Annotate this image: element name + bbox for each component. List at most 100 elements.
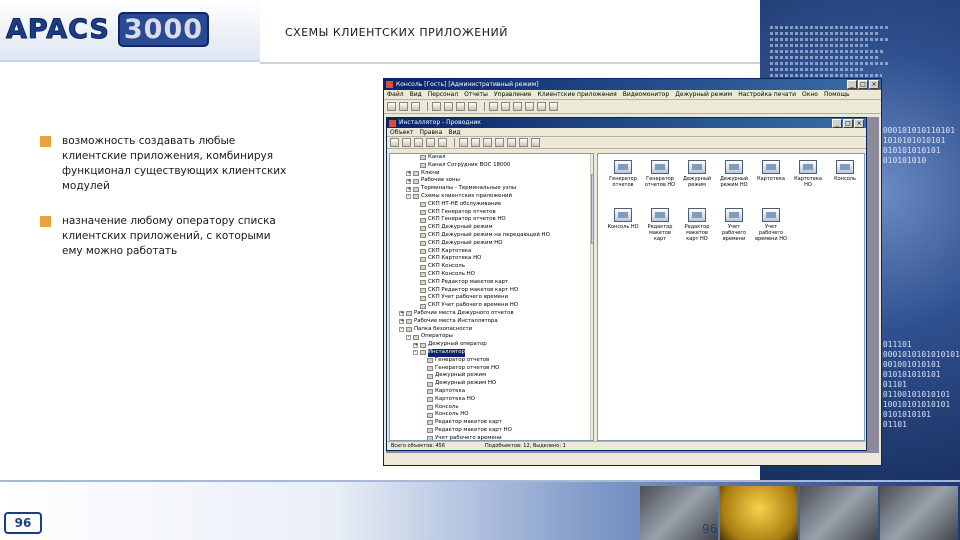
menu-item[interactable]: Помощь — [824, 91, 850, 98]
tree-node[interactable]: СКП Учет рабочего времени — [390, 294, 593, 302]
tree-node[interactable]: Генератор отчетов НО — [390, 365, 593, 373]
menu-item[interactable]: Персонал — [428, 91, 458, 98]
tree-node[interactable]: Генератор отчетов — [390, 357, 593, 365]
toolbar-button[interactable] — [549, 102, 558, 111]
tree-node[interactable]: СКП Консоль — [390, 263, 593, 271]
menu-item[interactable]: Правка — [419, 129, 442, 136]
explorer-minimize-button[interactable]: _ — [832, 119, 842, 128]
tree-node[interactable]: СКП Консоль НО — [390, 271, 593, 279]
toolbar-button[interactable] — [456, 102, 465, 111]
tree-node[interactable]: СКП Редактор макетов карт — [390, 279, 593, 287]
object-icon-item[interactable]: Учет рабочего времени НО — [754, 208, 788, 242]
tree-node[interactable]: Канал — [390, 154, 593, 162]
toolbar-button[interactable] — [519, 138, 528, 147]
tree-node[interactable]: Картотека НО — [390, 396, 593, 404]
tree-node[interactable]: Консоль НО — [390, 411, 593, 419]
tree-node[interactable]: - Папка безопасности — [390, 326, 593, 334]
menu-item[interactable]: Окно — [802, 91, 818, 98]
tree-node[interactable]: + Дежурный оператор — [390, 341, 593, 349]
toolbar-button[interactable] — [507, 138, 516, 147]
object-icon-item[interactable]: Редактор макетов карт НО — [680, 208, 714, 242]
toolbar-button[interactable] — [468, 102, 477, 111]
object-icon-item[interactable]: Редактор макетов карт — [643, 208, 677, 242]
toolbar-button[interactable] — [471, 138, 480, 147]
toolbar-button[interactable] — [426, 138, 435, 147]
expand-icon[interactable]: + — [399, 319, 404, 325]
toolbar-button[interactable] — [387, 102, 396, 111]
tree-node[interactable]: СКП Учет рабочего времени НО — [390, 302, 593, 310]
tree-node[interactable]: + Рабочие места Инсталлятора — [390, 318, 593, 326]
toolbar-button[interactable] — [402, 138, 411, 147]
toolbar-button[interactable] — [444, 102, 453, 111]
explorer-close-button[interactable]: × — [854, 119, 864, 128]
tree-node[interactable]: Консоль — [390, 404, 593, 412]
tree-node[interactable]: Картотека — [390, 388, 593, 396]
menu-item[interactable]: Вид — [448, 129, 460, 136]
close-button[interactable]: × — [869, 80, 879, 89]
toolbar-button[interactable] — [531, 138, 540, 147]
toolbar-button[interactable] — [483, 138, 492, 147]
collapse-icon[interactable]: - — [413, 350, 418, 356]
toolbar-button[interactable] — [495, 138, 504, 147]
menu-item[interactable]: Файл — [387, 91, 404, 98]
menu-item[interactable]: Управление — [494, 91, 532, 98]
object-icon-item[interactable]: Картотека НО — [791, 160, 825, 188]
tree-node[interactable]: СКП Генератор отчетов НО — [390, 216, 593, 224]
menu-item[interactable]: Клиентские приложения — [538, 91, 617, 98]
toolbar-button[interactable] — [501, 102, 510, 111]
toolbar-button[interactable] — [411, 102, 420, 111]
scrollbar-thumb[interactable] — [591, 174, 593, 244]
tree-node[interactable]: + Рабочие зоны — [390, 177, 593, 185]
tree-node[interactable]: + Терминалы - Терминальные узлы — [390, 185, 593, 193]
tree-node[interactable]: Редактор макетов карт — [390, 419, 593, 427]
tree-node[interactable]: Канал Сотрудник ВОС 18000 — [390, 162, 593, 170]
object-icon-item[interactable]: Консоль НО — [606, 208, 640, 230]
menu-item[interactable]: Объект — [390, 129, 413, 136]
menu-item[interactable]: Видеомонитор — [623, 91, 670, 98]
tree-node[interactable]: СКП НТ-НЕ обслуживание — [390, 201, 593, 209]
menu-item[interactable]: Дежурный режим — [675, 91, 732, 98]
toolbar-button[interactable] — [390, 138, 399, 147]
toolbar-button[interactable] — [525, 102, 534, 111]
tree-node[interactable]: + Ключи — [390, 170, 593, 178]
menu-item[interactable]: Вид — [410, 91, 422, 98]
object-icon-item[interactable]: Консоль — [828, 160, 862, 182]
tree-node[interactable]: СКП Картотека — [390, 248, 593, 256]
expand-icon[interactable]: + — [406, 170, 411, 176]
tree-node[interactable]: - Инсталлятор — [390, 348, 593, 357]
toolbar-button[interactable] — [414, 138, 423, 147]
maximize-button[interactable]: □ — [858, 80, 868, 89]
tree-node[interactable]: СКП Дежурный режим на передающей НО — [390, 232, 593, 240]
collapse-icon[interactable]: - — [406, 334, 411, 340]
toolbar-button[interactable] — [432, 102, 441, 111]
tree-node[interactable]: СКП Дежурный режим НО — [390, 240, 593, 248]
object-icon-item[interactable]: Генератор отчетов НО — [643, 160, 677, 188]
toolbar-button[interactable] — [459, 138, 468, 147]
tree-node[interactable]: + Рабочие места Дежурного отчетов — [390, 310, 593, 318]
object-icon-item[interactable]: Дежурный режим — [680, 160, 714, 188]
minimize-button[interactable]: _ — [847, 80, 857, 89]
object-tree[interactable]: Канал Канал Сотрудник ВОС 18000 + Ключи + Раб… — [389, 153, 594, 441]
tree-node[interactable]: Редактор макетов карт НО — [390, 427, 593, 435]
explorer-maximize-button[interactable]: □ — [843, 119, 853, 128]
tree-node[interactable]: СКП Генератор отчетов — [390, 209, 593, 217]
tree-node[interactable]: СКП Картотека НО — [390, 255, 593, 263]
object-icon-item[interactable]: Картотека — [754, 160, 788, 182]
collapse-icon[interactable]: - — [399, 326, 404, 332]
tree-node[interactable]: СКП Редактор макетов карт НО — [390, 287, 593, 295]
tree-node[interactable]: - Схемы клиентских приложений — [390, 193, 593, 201]
toolbar-button[interactable] — [399, 102, 408, 111]
toolbar-button[interactable] — [537, 102, 546, 111]
toolbar-button[interactable] — [489, 102, 498, 111]
expand-icon[interactable]: + — [406, 186, 411, 192]
tree-node[interactable]: Дежурный режим — [390, 372, 593, 380]
tree-node[interactable]: СКП Дежурный режим — [390, 224, 593, 232]
toolbar-button[interactable] — [513, 102, 522, 111]
object-icon-item[interactable]: Учет рабочего времени — [717, 208, 751, 242]
expand-icon[interactable]: + — [406, 178, 411, 184]
toolbar-button[interactable] — [438, 138, 447, 147]
tree-node[interactable]: Дежурный режим НО — [390, 380, 593, 388]
tree-scrollbar[interactable] — [590, 154, 593, 440]
menu-item[interactable]: Отчеты — [464, 91, 488, 98]
collapse-icon[interactable]: - — [406, 194, 411, 200]
